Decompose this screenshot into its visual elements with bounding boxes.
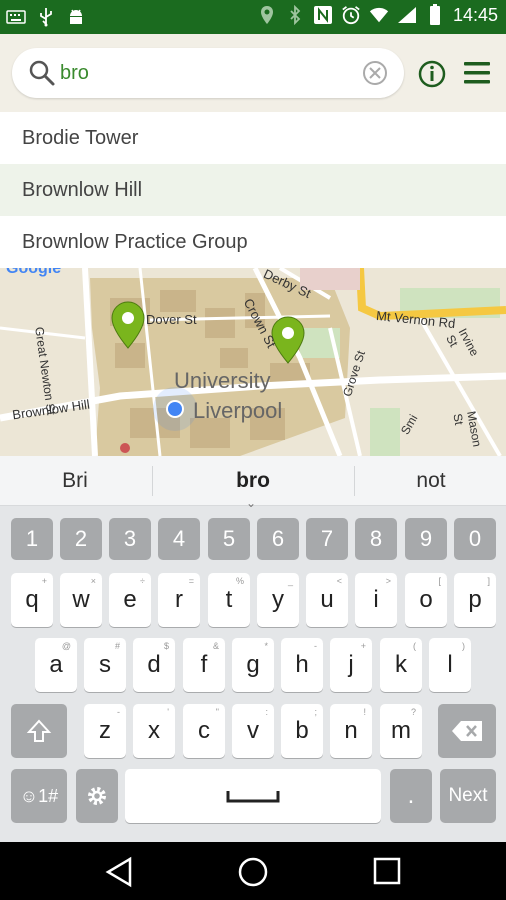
key-letter[interactable]: k( — [380, 638, 422, 692]
key-number[interactable]: 7 — [306, 518, 348, 560]
shift-key[interactable] — [11, 704, 67, 758]
navigation-bar — [0, 842, 506, 900]
search-icon — [28, 59, 56, 92]
key-letter[interactable]: q + — [11, 573, 53, 627]
key-letter[interactable]: o[ — [405, 573, 447, 627]
key-number[interactable]: 3 — [109, 518, 151, 560]
map-label: Mason St — [450, 410, 485, 448]
key-number[interactable]: 2 — [60, 518, 102, 560]
key-number[interactable]: 0 — [454, 518, 496, 560]
key-letter[interactable]: j + — [330, 638, 372, 692]
key-letter[interactable]: x ' — [133, 704, 175, 758]
key-letter[interactable]: i > — [355, 573, 397, 627]
location-icon — [257, 4, 277, 26]
soft-keyboard: Bri bro not ⌄ 1 2 3 4 5 6 7 8 9 0 q + w × … — [0, 456, 506, 842]
key-letter[interactable]: m? — [380, 704, 422, 758]
prediction-word[interactable]: bro — [178, 469, 328, 493]
shift-icon — [26, 719, 52, 742]
key-letter[interactable]: b; — [281, 704, 323, 758]
key-letter[interactable]: n! — [330, 704, 372, 758]
space-icon — [226, 791, 280, 803]
alarm-icon — [341, 4, 361, 26]
keyboard-icon — [6, 6, 26, 28]
key-number[interactable]: 1 — [11, 518, 53, 560]
divider — [152, 466, 153, 496]
key-number[interactable]: 6 — [257, 518, 299, 560]
nfc-icon — [313, 4, 333, 26]
chevron-down-icon[interactable]: ⌄ — [246, 496, 256, 510]
symbols-key[interactable]: ☺1# — [11, 769, 67, 823]
bluetooth-icon — [285, 4, 305, 26]
divider — [354, 466, 355, 496]
space-key[interactable] — [125, 769, 381, 823]
prediction-word[interactable]: Bri — [0, 469, 150, 493]
map-label: University — [174, 368, 271, 393]
map-label: Liverpool — [193, 398, 283, 423]
gear-icon — [88, 787, 106, 805]
key-letter[interactable]: v: — [232, 704, 274, 758]
key-letter[interactable]: g * — [232, 638, 274, 692]
prediction-word[interactable]: not — [356, 469, 506, 493]
wifi-icon — [369, 4, 389, 26]
suggestion-item[interactable]: Brownlow Hill — [0, 164, 506, 216]
usb-icon — [36, 6, 56, 28]
key-letter[interactable]: w × — [60, 573, 102, 627]
key-letter[interactable]: l) — [429, 638, 471, 692]
backspace-key[interactable] — [438, 704, 496, 758]
map-label: Dover St — [146, 312, 197, 327]
key-letter[interactable]: s # — [84, 638, 126, 692]
key-letter[interactable]: t% — [208, 573, 250, 627]
clock: 14:45 — [452, 4, 498, 25]
app-header: bro — [0, 34, 506, 112]
signal-icon — [397, 4, 417, 26]
home-icon[interactable] — [237, 856, 269, 893]
key-letter[interactable]: z- — [84, 704, 126, 758]
search-box[interactable]: bro — [12, 48, 404, 98]
android-icon — [66, 6, 86, 28]
settings-key[interactable] — [76, 769, 118, 823]
key-number[interactable]: 4 — [158, 518, 200, 560]
period-key[interactable]: . — [390, 769, 432, 823]
key-letter[interactable]: h- — [281, 638, 323, 692]
status-bar: 14:45 — [0, 0, 506, 34]
clear-circle-icon[interactable] — [362, 60, 388, 91]
key-letter[interactable]: r = — [158, 573, 200, 627]
backspace-icon — [452, 721, 482, 741]
key-letter[interactable]: e ÷ — [109, 573, 151, 627]
next-key[interactable]: Next — [440, 769, 496, 823]
key-number[interactable]: 8 — [355, 518, 397, 560]
battery-icon — [425, 4, 445, 26]
key-letter[interactable]: y _ — [257, 573, 299, 627]
suggestion-item[interactable]: Brodie Tower — [0, 112, 506, 164]
google-logo: Google — [6, 268, 62, 277]
key-letter[interactable]: d $ — [133, 638, 175, 692]
key-number[interactable]: 9 — [405, 518, 447, 560]
key-letter[interactable]: f & — [183, 638, 225, 692]
hamburger-menu-icon[interactable] — [462, 58, 492, 93]
map-view[interactable]: Google Dover St Great Newton St Derby St… — [0, 268, 506, 456]
suggestion-item[interactable]: Brownlow Practice Group — [0, 216, 506, 268]
key-letter[interactable]: a @ — [35, 638, 77, 692]
key-letter[interactable]: p] — [454, 573, 496, 627]
back-icon[interactable] — [104, 856, 134, 893]
key-number[interactable]: 5 — [208, 518, 250, 560]
prediction-bar: Bri bro not ⌄ — [0, 456, 506, 510]
key-letter[interactable]: u < — [306, 573, 348, 627]
info-icon[interactable] — [418, 60, 446, 93]
key-letter[interactable]: c " — [183, 704, 225, 758]
recents-icon[interactable] — [372, 856, 402, 891]
search-input[interactable]: bro — [60, 62, 89, 85]
